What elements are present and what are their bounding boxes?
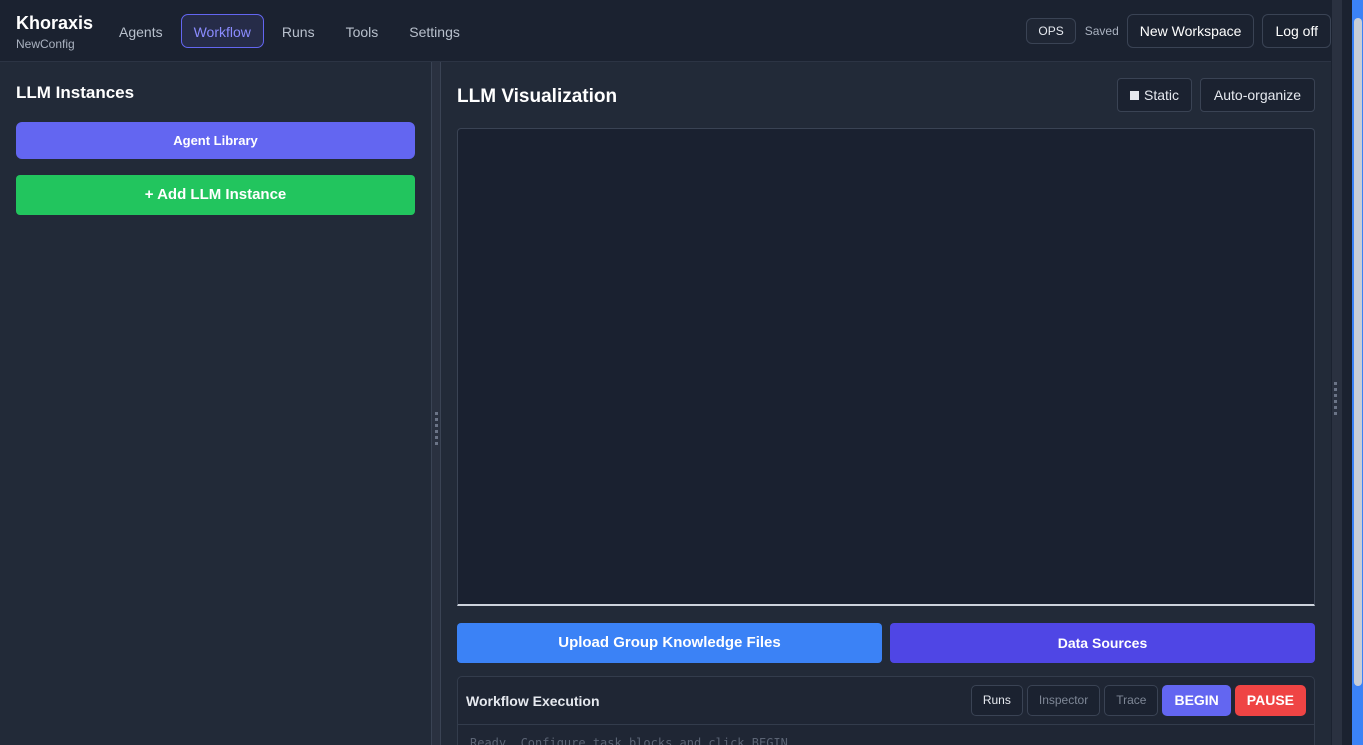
add-llm-instance-button[interactable]: + Add LLM Instance [16,175,415,215]
auto-organize-button[interactable]: Auto-organize [1200,78,1315,112]
begin-button[interactable]: BEGIN [1162,685,1231,716]
nav-workflow[interactable]: Workflow [180,14,264,48]
runs-button[interactable]: Runs [970,685,1023,716]
grip-dot [1334,394,1337,397]
right-resize-handle[interactable] [1332,0,1342,745]
nav-tools[interactable]: Tools [333,14,392,48]
static-label: Static [1143,87,1179,103]
log-off-button[interactable]: Log off [1262,14,1331,48]
data-sources-button[interactable]: Data Sources [890,623,1315,663]
grip-dot [1334,382,1337,385]
panel-title: LLM Instances [16,83,135,102]
nav-settings[interactable]: Settings [396,14,473,48]
grip-dot [1334,388,1337,391]
nav-runs[interactable]: Runs [269,14,328,48]
app-title: Khoraxis [16,13,94,33]
new-workspace-button[interactable]: New Workspace [1126,14,1255,48]
execution-title: Workflow Execution [466,693,600,709]
grip-dot [1334,400,1337,403]
grip-dot [1334,412,1337,415]
main-nav: Agents Workflow Runs Tools Settings [106,14,478,48]
saved-status: Saved [1084,24,1119,38]
square-icon [1129,91,1139,100]
grip-dot [435,412,438,415]
llm-instances-panel: LLM Instances Agent Library + Add LLM In… [0,62,431,745]
ops-badge[interactable]: OPS [1026,18,1076,44]
visualization-panel: LLM Visualization Static Auto-organize U… [441,62,1331,745]
visualization-canvas[interactable] [457,128,1315,606]
grip-dot [435,442,438,445]
grip-dot [435,436,438,439]
app-header: Khoraxis NewConfig Agents Workflow Runs … [0,0,1331,62]
trace-button[interactable]: Trace [1104,685,1159,716]
grip-dot [435,430,438,433]
config-name: NewConfig [16,37,75,51]
execution-log: Ready. Configure task blocks and click B… [470,736,796,745]
execution-header: Workflow Execution Runs Inspector Trace … [458,677,1314,725]
panel-resize-handle[interactable] [431,62,441,745]
grip-dot [1334,406,1337,409]
grip-dot [435,418,438,421]
static-toggle-button[interactable]: Static [1117,78,1192,112]
visualization-title: LLM Visualization [457,86,618,107]
header-actions: OPS Saved New Workspace Log off [1026,14,1331,48]
workflow-execution-panel: Workflow Execution Runs Inspector Trace … [457,676,1315,745]
grip-dot [435,424,438,427]
pause-button[interactable]: PAUSE [1234,685,1306,716]
scrollbar-thumb[interactable] [1354,18,1362,686]
brand: Khoraxis NewConfig [16,13,93,51]
upload-knowledge-files-button[interactable]: Upload Group Knowledge Files [457,623,882,663]
nav-agents[interactable]: Agents [106,14,176,48]
inspector-button[interactable]: Inspector [1026,685,1101,716]
agent-library-button[interactable]: Agent Library [16,122,415,159]
execution-controls: Runs Inspector Trace BEGIN PAUSE [967,685,1306,716]
